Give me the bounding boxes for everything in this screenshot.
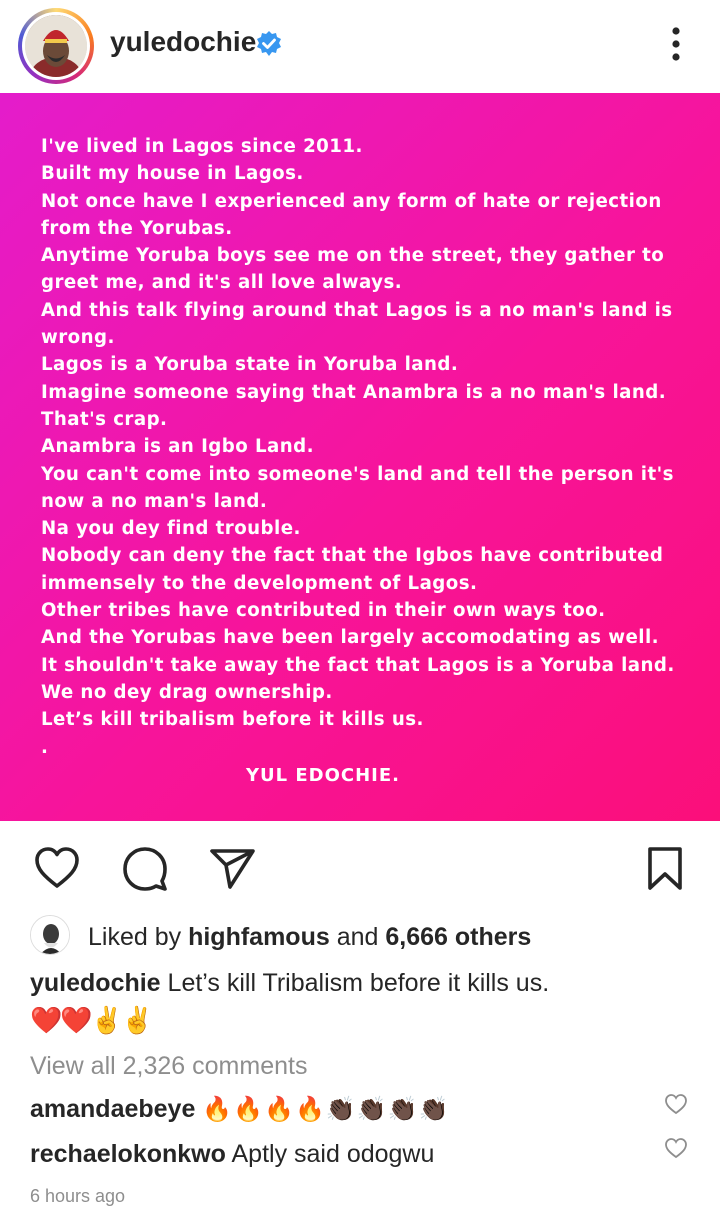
post-text-line: You can't come into someone's land and t… <box>41 463 674 485</box>
verified-badge-icon <box>257 31 281 56</box>
post-text-line: That's crap. <box>41 408 168 430</box>
caption-username[interactable]: yuledochie <box>30 969 161 997</box>
post-text: I've lived in Lagos since 2011. Built my … <box>41 133 681 761</box>
post-text-line: greet me, and it's all love always. <box>41 272 403 294</box>
post-text-line: Anytime Yoruba boys see me on the street… <box>41 245 665 267</box>
post-timestamp: 6 hours ago <box>30 1186 126 1206</box>
bookmark-icon[interactable] <box>646 846 684 892</box>
post-text-line: It shouldn't take away the fact that Lag… <box>41 654 675 676</box>
likes-count[interactable]: 6,666 others <box>385 923 531 951</box>
post-text-line: And this talk flying around that Lagos i… <box>41 299 673 321</box>
comment-like-icon[interactable] <box>664 1093 688 1115</box>
send-icon[interactable] <box>208 846 256 890</box>
comment-username[interactable]: amandaebeye <box>30 1095 195 1123</box>
post-text-line: Not once have I experienced any form of … <box>41 190 662 212</box>
action-bar <box>0 840 720 900</box>
post-text-line: I've lived in Lagos since 2011. <box>41 136 363 157</box>
post-text-line: Built my house in Lagos. <box>41 163 304 185</box>
comment-item: rechaelokonkwo Aptly said odogwu <box>30 1140 434 1169</box>
post-text-line: Let’s kill tribalism before it kills us. <box>41 709 424 731</box>
post-text-line: . <box>41 736 49 758</box>
post-text-line: We no dey drag ownership. <box>41 681 333 703</box>
post-text-line: Lagos is a Yoruba state in Yoruba land. <box>41 354 459 376</box>
liked-by-label: Liked by <box>88 923 182 951</box>
post-text-line: Other tribes have contributed in their o… <box>41 600 606 622</box>
comment-text: Aptly said odogwu <box>231 1140 435 1168</box>
post-text-line: now a no man's land. <box>41 490 268 512</box>
post-text-line: from the Yorubas. <box>41 217 233 239</box>
caption-emoji: ❤️❤️✌️✌️ <box>30 1005 153 1035</box>
profile-avatar[interactable] <box>25 15 87 77</box>
post-image[interactable]: I've lived in Lagos since 2011. Built my … <box>0 93 720 821</box>
post-text-line: Nobody can deny the fact that the Igbos … <box>41 545 664 567</box>
comment-like-icon[interactable] <box>664 1137 688 1159</box>
caption-text: Let’s kill Tribalism before it kills us. <box>167 969 550 997</box>
post-text-line: immensely to the development of Lagos. <box>41 572 478 594</box>
post-username[interactable]: yuledochie <box>110 26 256 58</box>
post-signature: YUL EDOCHIE. <box>245 765 401 786</box>
liker-username[interactable]: highfamous <box>188 923 330 951</box>
post-text-line: Na you dey find trouble. <box>41 518 301 540</box>
post-text-line: wrong. <box>41 327 115 349</box>
post-text-line: And the Yorubas have been largely accomo… <box>41 627 660 649</box>
comment-icon[interactable] <box>121 846 169 892</box>
post-header: yuledochie <box>0 0 720 93</box>
comment-text: 🔥🔥🔥🔥👏🏿👏🏿👏🏿👏🏿 <box>202 1096 450 1123</box>
post-text-line: Anambra is an Igbo Land. <box>41 436 314 458</box>
post-caption: yuledochie Let’s kill Tribalism before i… <box>30 969 549 998</box>
view-all-comments-link[interactable]: View all 2,326 comments <box>30 1052 307 1081</box>
heart-icon[interactable] <box>34 846 80 890</box>
comment-item: amandaebeye 🔥🔥🔥🔥👏🏿👏🏿👏🏿👏🏿 <box>30 1095 449 1124</box>
comment-username[interactable]: rechaelokonkwo <box>30 1140 226 1168</box>
more-vertical-icon[interactable] <box>666 26 686 66</box>
post-text-line: Imagine someone saying that Anambra is a… <box>41 381 667 403</box>
liker-avatar[interactable] <box>30 915 70 955</box>
story-ring[interactable] <box>18 8 94 84</box>
likes-connector: and <box>336 923 379 951</box>
